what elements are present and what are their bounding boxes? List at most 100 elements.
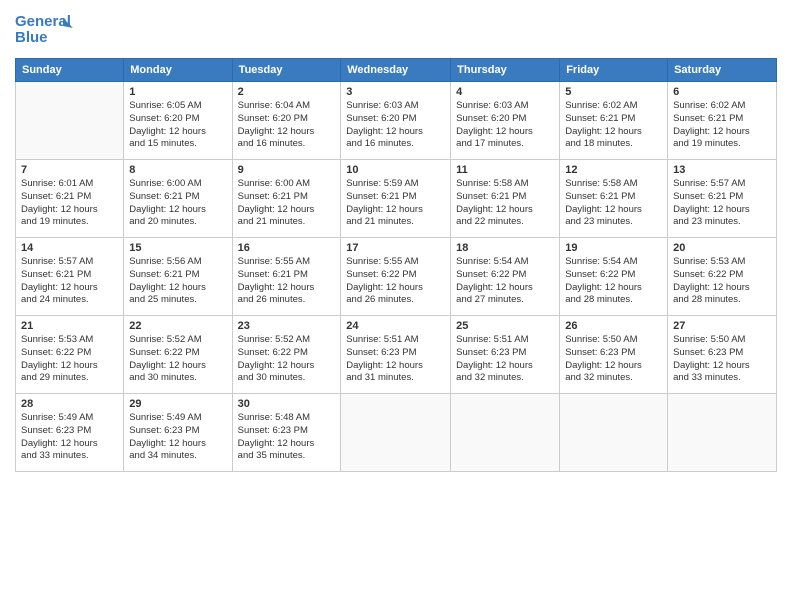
svg-text:Blue: Blue (15, 29, 48, 46)
calendar-cell: 6 Sunrise: 6:02 AMSunset: 6:21 PMDaylight… (668, 82, 777, 160)
day-number: 7 (21, 164, 118, 176)
day-info: Sunrise: 6:05 AMSunset: 6:20 PMDaylight:… (129, 100, 226, 151)
day-number: 19 (565, 242, 662, 254)
day-number: 23 (238, 320, 336, 332)
week-row-1: 1 Sunrise: 6:05 AMSunset: 6:20 PMDaylight… (16, 82, 777, 160)
day-info: Sunrise: 5:54 AMSunset: 6:22 PMDaylight:… (456, 256, 554, 307)
day-info: Sunrise: 5:48 AMSunset: 6:23 PMDaylight:… (238, 412, 336, 463)
calendar-cell: 22Sunrise: 5:52 AMSunset: 6:22 PMDayligh… (124, 316, 232, 394)
calendar-cell: 18 Sunrise: 5:54 AMSunset: 6:22 PMDayligh… (451, 238, 560, 316)
day-number: 4 (456, 86, 554, 98)
day-info: Sunrise: 6:02 AMSunset: 6:21 PMDaylight:… (565, 100, 662, 151)
week-row-3: 14 Sunrise: 5:57 AMSunset: 6:21 PMDayligh… (16, 238, 777, 316)
calendar-cell (668, 394, 777, 472)
calendar-cell: 13 Sunrise: 5:57 AMSunset: 6:21 PMDayligh… (668, 160, 777, 238)
calendar-cell: 9 Sunrise: 6:00 AMSunset: 6:21 PMDaylight… (232, 160, 341, 238)
day-number: 10 (346, 164, 445, 176)
calendar-cell: 11 Sunrise: 5:58 AMSunset: 6:21 PMDayligh… (451, 160, 560, 238)
day-number: 29 (129, 398, 226, 410)
day-info: Sunrise: 5:49 AMSunset: 6:23 PMDaylight:… (21, 412, 118, 463)
calendar-cell (341, 394, 451, 472)
calendar-cell: 26 Sunrise: 5:50 AMSunset: 6:23 PMDayligh… (560, 316, 668, 394)
day-info: Sunrise: 5:56 AMSunset: 6:21 PMDaylight:… (129, 256, 226, 307)
day-number: 9 (238, 164, 336, 176)
day-info: Sunrise: 6:03 AMSunset: 6:20 PMDaylight:… (456, 100, 554, 151)
day-info: Sunrise: 5:58 AMSunset: 6:21 PMDaylight:… (565, 178, 662, 229)
page: GeneralBlue SundayMondayTuesdayWednesday… (0, 0, 792, 612)
day-number: 25 (456, 320, 554, 332)
calendar-cell: 24Sunrise: 5:51 AMSunset: 6:23 PMDayligh… (341, 316, 451, 394)
logo-svg: GeneralBlue (15, 10, 75, 50)
week-row-4: 21 Sunrise: 5:53 AMSunset: 6:22 PMDayligh… (16, 316, 777, 394)
day-number: 15 (129, 242, 226, 254)
day-info: Sunrise: 6:01 AMSunset: 6:21 PMDaylight:… (21, 178, 118, 229)
day-info: Sunrise: 6:00 AMSunset: 6:21 PMDaylight:… (129, 178, 226, 229)
col-header-saturday: Saturday (668, 59, 777, 82)
calendar-cell: 12 Sunrise: 5:58 AMSunset: 6:21 PMDayligh… (560, 160, 668, 238)
day-info: Sunrise: 5:49 AMSunset: 6:23 PMDaylight:… (129, 412, 226, 463)
day-info: Sunrise: 6:02 AMSunset: 6:21 PMDaylight:… (673, 100, 771, 151)
day-number: 26 (565, 320, 662, 332)
day-info: Sunrise: 6:04 AMSunset: 6:20 PMDaylight:… (238, 100, 336, 151)
day-number: 11 (456, 164, 554, 176)
day-number: 30 (238, 398, 336, 410)
calendar-table: SundayMondayTuesdayWednesdayThursdayFrid… (15, 58, 777, 472)
day-info: Sunrise: 5:52 AMSunset: 6:22 PMDaylight:… (238, 334, 336, 385)
week-row-2: 7 Sunrise: 6:01 AMSunset: 6:21 PMDaylight… (16, 160, 777, 238)
calendar-cell: 14 Sunrise: 5:57 AMSunset: 6:21 PMDayligh… (16, 238, 124, 316)
day-number: 8 (129, 164, 226, 176)
col-header-sunday: Sunday (16, 59, 124, 82)
col-header-friday: Friday (560, 59, 668, 82)
calendar-cell: 15 Sunrise: 5:56 AMSunset: 6:21 PMDayligh… (124, 238, 232, 316)
day-number: 14 (21, 242, 118, 254)
day-number: 1 (129, 86, 226, 98)
day-info: Sunrise: 6:03 AMSunset: 6:20 PMDaylight:… (346, 100, 445, 151)
calendar-cell: 30 Sunrise: 5:48 AMSunset: 6:23 PMDayligh… (232, 394, 341, 472)
calendar-cell: 25 Sunrise: 5:51 AMSunset: 6:23 PMDayligh… (451, 316, 560, 394)
calendar-cell: 27 Sunrise: 5:50 AMSunset: 6:23 PMDayligh… (668, 316, 777, 394)
day-info: Sunrise: 5:50 AMSunset: 6:23 PMDaylight:… (673, 334, 771, 385)
day-info: Sunrise: 5:52 AMSunset: 6:22 PMDaylight:… (129, 334, 226, 385)
day-number: 20 (673, 242, 771, 254)
col-header-wednesday: Wednesday (341, 59, 451, 82)
day-info: Sunrise: 6:00 AMSunset: 6:21 PMDaylight:… (238, 178, 336, 229)
day-info: Sunrise: 5:51 AMSunset: 6:23 PMDaylight:… (456, 334, 554, 385)
day-info: Sunrise: 5:59 AMSunset: 6:21 PMDaylight:… (346, 178, 445, 229)
calendar-cell: 21 Sunrise: 5:53 AMSunset: 6:22 PMDayligh… (16, 316, 124, 394)
col-header-thursday: Thursday (451, 59, 560, 82)
calendar-cell: 1 Sunrise: 6:05 AMSunset: 6:20 PMDaylight… (124, 82, 232, 160)
calendar-cell: 29 Sunrise: 5:49 AMSunset: 6:23 PMDayligh… (124, 394, 232, 472)
calendar-header-row: SundayMondayTuesdayWednesdayThursdayFrid… (16, 59, 777, 82)
day-number: 2 (238, 86, 336, 98)
day-number: 21 (21, 320, 118, 332)
calendar-cell: 4 Sunrise: 6:03 AMSunset: 6:20 PMDaylight… (451, 82, 560, 160)
calendar-cell: 23 Sunrise: 5:52 AMSunset: 6:22 PMDayligh… (232, 316, 341, 394)
day-info: Sunrise: 5:53 AMSunset: 6:22 PMDaylight:… (21, 334, 118, 385)
day-info: Sunrise: 5:53 AMSunset: 6:22 PMDaylight:… (673, 256, 771, 307)
day-number: 24 (346, 320, 445, 332)
calendar-cell: 2 Sunrise: 6:04 AMSunset: 6:20 PMDaylight… (232, 82, 341, 160)
day-info: Sunrise: 5:55 AMSunset: 6:21 PMDaylight:… (238, 256, 336, 307)
day-number: 6 (673, 86, 771, 98)
calendar-cell: 19 Sunrise: 5:54 AMSunset: 6:22 PMDayligh… (560, 238, 668, 316)
calendar-cell (560, 394, 668, 472)
day-info: Sunrise: 5:57 AMSunset: 6:21 PMDaylight:… (21, 256, 118, 307)
day-info: Sunrise: 5:57 AMSunset: 6:21 PMDaylight:… (673, 178, 771, 229)
calendar-cell: 16Sunrise: 5:55 AMSunset: 6:21 PMDayligh… (232, 238, 341, 316)
col-header-monday: Monday (124, 59, 232, 82)
day-number: 12 (565, 164, 662, 176)
calendar-cell: 5 Sunrise: 6:02 AMSunset: 6:21 PMDaylight… (560, 82, 668, 160)
col-header-tuesday: Tuesday (232, 59, 341, 82)
day-number: 5 (565, 86, 662, 98)
day-info: Sunrise: 5:58 AMSunset: 6:21 PMDaylight:… (456, 178, 554, 229)
calendar-cell (451, 394, 560, 472)
svg-text:General: General (15, 13, 71, 30)
day-info: Sunrise: 5:50 AMSunset: 6:23 PMDaylight:… (565, 334, 662, 385)
logo: GeneralBlue (15, 10, 75, 50)
day-number: 28 (21, 398, 118, 410)
day-number: 27 (673, 320, 771, 332)
day-info: Sunrise: 5:54 AMSunset: 6:22 PMDaylight:… (565, 256, 662, 307)
day-number: 13 (673, 164, 771, 176)
day-number: 18 (456, 242, 554, 254)
calendar-cell: 17Sunrise: 5:55 AMSunset: 6:22 PMDayligh… (341, 238, 451, 316)
